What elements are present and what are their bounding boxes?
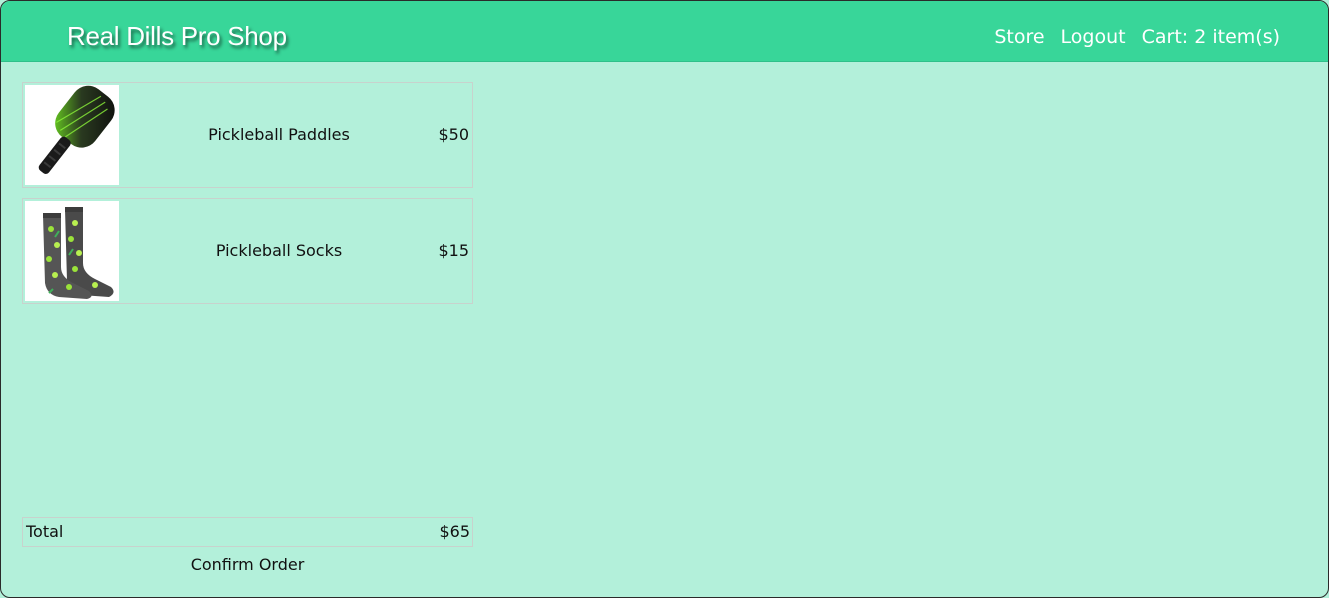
nav-cart-link[interactable]: Cart: 2 item(s) [1142, 26, 1280, 48]
cart-list: Pickleball Paddles $50 Pickleball Socks … [22, 82, 473, 314]
item-name: Pickleball Paddles [208, 125, 350, 144]
socks-image [25, 201, 119, 301]
total-label: Total [26, 522, 64, 541]
total-value: $65 [439, 522, 470, 541]
brand-title[interactable]: Real Dills Pro Shop [67, 21, 287, 52]
navbar: Real Dills Pro Shop Store Logout Cart: 2… [1, 1, 1328, 62]
paddle-image [25, 85, 119, 185]
item-name: Pickleball Socks [215, 241, 343, 260]
cart-item: Pickleball Socks $15 [22, 198, 473, 304]
confirm-order-button[interactable]: Confirm Order [22, 553, 473, 577]
item-price: $50 [438, 125, 469, 144]
item-price: $15 [438, 241, 469, 260]
cart-item: Pickleball Paddles $50 [22, 82, 473, 188]
nav-logout-link[interactable]: Logout [1061, 26, 1126, 48]
app-window: Real Dills Pro Shop Store Logout Cart: 2… [0, 0, 1329, 598]
total-row: Total $65 [22, 517, 473, 547]
nav-links: Store Logout Cart: 2 item(s) [994, 26, 1280, 48]
nav-store-link[interactable]: Store [994, 26, 1044, 48]
